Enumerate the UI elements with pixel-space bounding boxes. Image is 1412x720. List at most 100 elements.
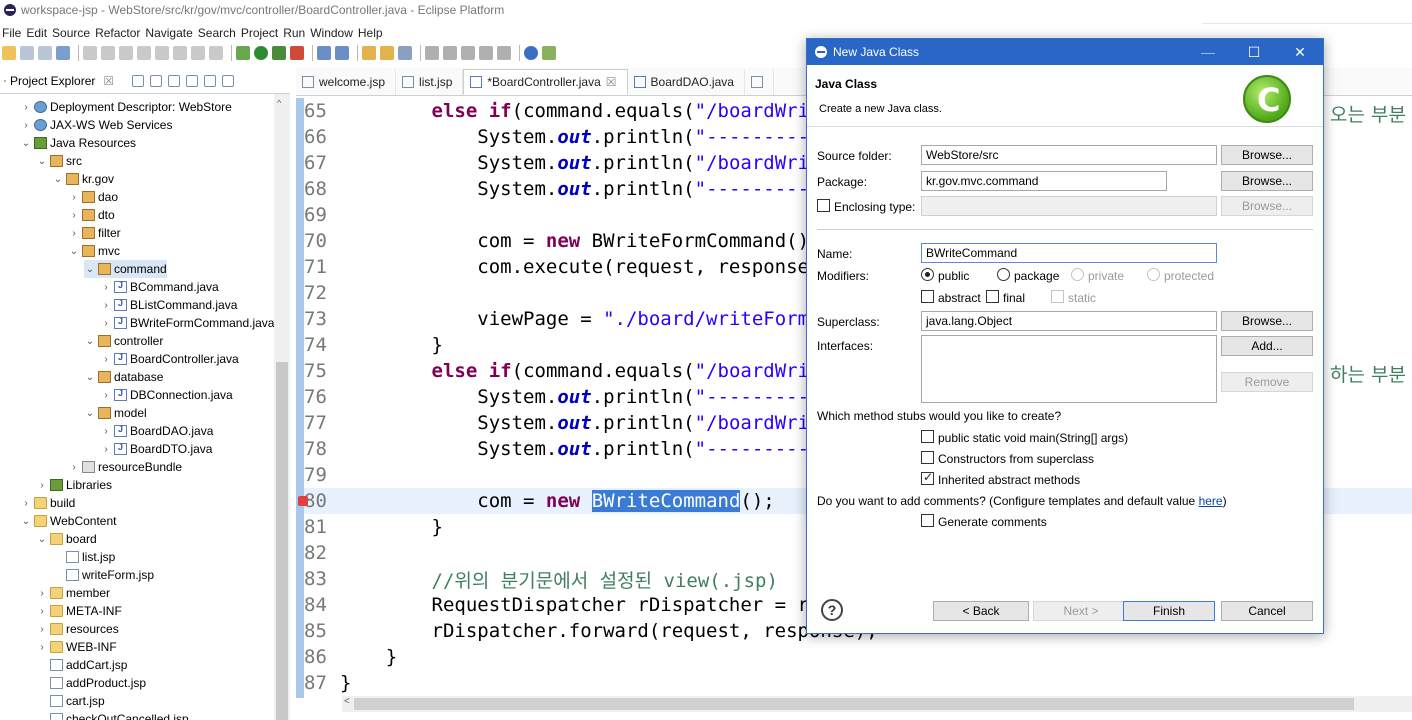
close-icon[interactable]: ☒ (103, 74, 114, 88)
explorer-vertical-scrollbar[interactable]: ^ (274, 94, 290, 720)
tree-item[interactable]: › resourceBundle (68, 458, 182, 476)
tab-list-jsp[interactable]: list.jsp (396, 69, 464, 95)
tree-item[interactable]: ⌄ mvc (68, 242, 120, 260)
explorer-scrollbar-thumb[interactable] (276, 362, 288, 720)
debug-icon[interactable] (236, 46, 250, 60)
tree-item[interactable]: › BoardController.java (100, 350, 238, 368)
chevron-right-icon[interactable]: › (36, 642, 48, 653)
tree-item[interactable]: › member (36, 584, 110, 602)
tab-boarddao-java[interactable]: BoardDAO.java (628, 69, 745, 95)
maximize-icon[interactable] (222, 74, 235, 87)
tree-item[interactable]: addCart.jsp (36, 656, 127, 674)
chevron-down-icon[interactable]: ⌄ (36, 534, 48, 545)
open-type-icon[interactable] (362, 46, 376, 60)
final-checkbox[interactable] (986, 290, 999, 303)
finish-button[interactable]: Finish (1123, 601, 1215, 621)
tab-welcome-jsp[interactable]: welcome.jsp (296, 69, 397, 95)
superclass-browse-button[interactable]: Browse... (1221, 311, 1313, 331)
tree-item[interactable]: ⌄ command (84, 260, 167, 278)
chevron-right-icon[interactable]: › (68, 210, 80, 221)
tree-item[interactable]: › Deployment Descriptor: WebStore (20, 98, 232, 116)
tree-item[interactable]: › BListCommand.java (100, 296, 237, 314)
menu-run[interactable]: Run (283, 26, 305, 40)
open-resource-icon[interactable] (380, 46, 394, 60)
superclass-field[interactable]: java.lang.Object (921, 311, 1217, 331)
block-selection-icon[interactable] (479, 46, 493, 60)
tree-item[interactable]: ⌄ WebContent (20, 512, 117, 530)
tree-item[interactable]: addProduct.jsp (36, 674, 146, 692)
tree-item[interactable]: › WEB-INF (36, 638, 116, 656)
highlight-icon[interactable] (443, 46, 457, 60)
suspend-icon[interactable] (119, 46, 133, 60)
new-server-icon[interactable] (317, 46, 331, 60)
show-whitespace-icon[interactable] (497, 46, 511, 60)
class-name-field[interactable]: BWriteCommand (921, 243, 1217, 263)
chevron-down-icon[interactable]: ⌄ (20, 138, 32, 149)
static-checkbox[interactable] (1051, 290, 1064, 303)
error-marker-icon[interactable] (298, 496, 308, 506)
chevron-right-icon[interactable]: › (68, 462, 80, 473)
chevron-down-icon[interactable]: ⌄ (52, 174, 64, 185)
cancel-button[interactable]: Cancel (1221, 601, 1313, 621)
enclosing-type-browse-button[interactable]: Browse... (1221, 196, 1313, 216)
source-folder-browse-button[interactable]: Browse... (1221, 145, 1313, 165)
abstract-checkbox[interactable] (921, 290, 934, 303)
menu-refactor[interactable]: Refactor (95, 26, 140, 40)
tree-item[interactable]: › BoardDAO.java (100, 422, 213, 440)
menu-file[interactable]: File (2, 26, 21, 40)
tree-item[interactable]: ⌄ board (36, 530, 97, 548)
chevron-right-icon[interactable]: › (20, 102, 32, 113)
menu-help[interactable]: Help (358, 26, 383, 40)
menu-search[interactable]: Search (198, 26, 236, 40)
tree-item[interactable]: › Libraries (36, 476, 112, 494)
save-all-icon[interactable] (38, 46, 52, 60)
interfaces-list[interactable] (921, 335, 1217, 403)
tree-item[interactable]: ⌄ src (36, 152, 82, 170)
main-method-checkbox[interactable] (921, 430, 934, 443)
tree-item[interactable]: › BoardDTO.java (100, 440, 212, 458)
chevron-right-icon[interactable]: › (36, 588, 48, 599)
public-radio[interactable] (921, 268, 934, 281)
menu-project[interactable]: Project (241, 26, 278, 40)
protected-radio[interactable] (1147, 268, 1160, 281)
chevron-down-icon[interactable]: ⌄ (68, 246, 80, 257)
configure-templates-link[interactable]: here (1199, 494, 1223, 508)
private-radio[interactable] (1071, 268, 1084, 281)
tree-item[interactable]: ⌄ model (84, 404, 147, 422)
tab-overflow[interactable] (745, 69, 774, 95)
scroll-left-icon[interactable]: < (344, 696, 350, 707)
add-interface-button[interactable]: Add... (1221, 336, 1313, 356)
minimize-icon[interactable]: — (1185, 39, 1231, 65)
annotation-icon[interactable] (425, 46, 439, 60)
tree-item[interactable]: ⌄ Java Resources (20, 134, 136, 152)
chevron-right-icon[interactable]: › (68, 228, 80, 239)
browser-icon[interactable] (524, 46, 538, 60)
menu-source[interactable]: Source (52, 26, 90, 40)
collapse-all-icon[interactable] (132, 74, 145, 87)
chevron-right-icon[interactable]: › (100, 300, 112, 311)
tree-item[interactable]: ⌄ controller (84, 332, 164, 350)
tree-item[interactable]: › filter (68, 224, 120, 242)
step-over-icon[interactable] (191, 46, 205, 60)
tree-item[interactable]: cart.jsp (36, 692, 105, 710)
chevron-down-icon[interactable]: ⌄ (36, 156, 48, 167)
tab-boardcontroller-java[interactable]: *BoardController.java ☒ (463, 69, 628, 95)
chevron-right-icon[interactable]: › (100, 444, 112, 455)
tree-item[interactable]: › resources (36, 620, 118, 638)
chevron-right-icon[interactable]: › (20, 120, 32, 131)
package-field[interactable]: kr.gov.mvc.command (921, 171, 1167, 191)
chevron-down-icon[interactable]: ⌄ (84, 372, 96, 383)
tree-item[interactable]: ⌄ database (84, 368, 164, 386)
close-icon[interactable]: ☒ (606, 75, 617, 89)
tree-item[interactable]: ⌄ kr.gov (52, 170, 114, 188)
package-browse-button[interactable]: Browse... (1221, 171, 1313, 191)
back-button[interactable]: < Back (933, 601, 1029, 621)
view-menu-icon[interactable] (186, 74, 199, 87)
minimize-icon[interactable] (204, 74, 217, 87)
enclosing-type-field[interactable] (921, 196, 1217, 216)
maximize-icon[interactable]: ☐ (1231, 39, 1277, 65)
terminate-icon[interactable] (137, 46, 151, 60)
next-button[interactable]: Next > (1033, 601, 1129, 621)
close-icon[interactable]: ✕ (1277, 39, 1323, 65)
skip-breakpoints-icon[interactable] (83, 46, 97, 60)
